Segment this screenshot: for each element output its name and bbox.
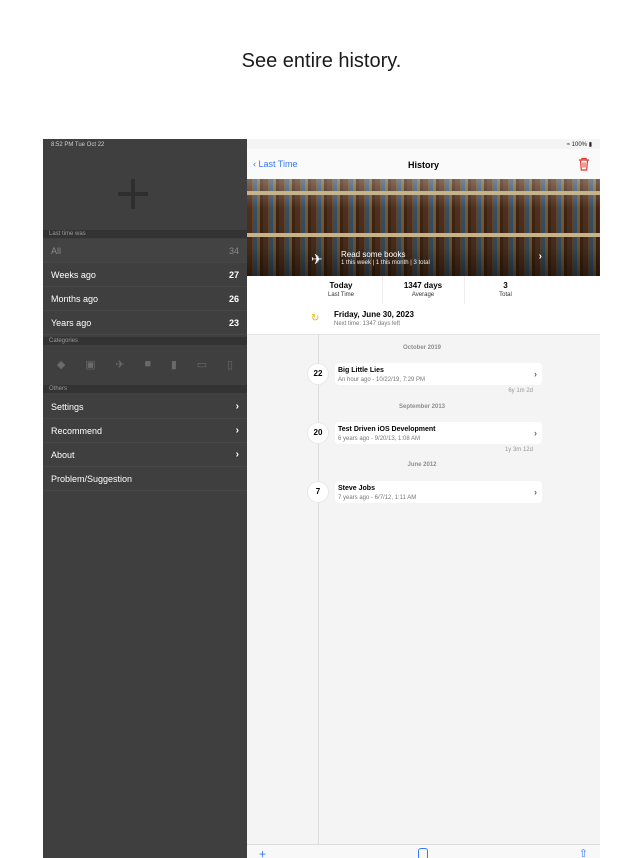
history-entry[interactable]: Big Little Lies An hour ago - 10/22/19, … [335,363,542,385]
filter-count: 27 [228,269,239,280]
stat-label: Total [499,292,512,298]
section-header-others: Others [43,385,247,393]
sidebar-item-label: Recommend [51,425,103,436]
chevron-right-icon: › [235,425,239,436]
status-time: 8:52 PM Tue Oct 22 [51,142,105,148]
next-countdown: Next time: 1347 days left [334,321,401,327]
day-badge: 22 [308,364,328,384]
interval-label: 6y 1m 2d [508,388,533,394]
sidebar-item-label: Problem/Suggestion [51,473,133,484]
navigation-bar: ‹ Last Time History [247,149,600,179]
filter-count: 34 [228,245,239,256]
stat-average: 1347 days Average [383,276,465,304]
battery-icon: ▮ [588,142,592,148]
history-entry[interactable]: Steve Jobs 7 years ago - 6/7/12, 1:11 AM… [335,481,542,503]
chevron-right-icon: › [534,487,537,497]
shelf-divider [247,233,600,237]
entry-title: Steve Jobs [338,485,375,492]
chevron-right-icon: › [538,251,542,262]
hero-title: Read some books [341,250,406,259]
chevron-right-icon: › [235,449,239,460]
interval-label: 1y 3m 12d [504,447,533,453]
airplane-icon[interactable]: ✈ [115,358,124,371]
section-header-categories: Categories [43,337,247,345]
category-icons: ◆ ▣ ✈ ■ ▮ ▭ ▯ [43,347,247,381]
cart-icon[interactable]: ▣ [85,358,95,371]
history-entry[interactable]: Test Driven iOS Development 6 years ago … [335,422,542,444]
entry-title: Test Driven iOS Development [338,426,436,433]
sidebar: 8:52 PM Tue Oct 22 Last time was All 34 … [43,139,247,858]
filter-months-ago[interactable]: Months ago 26 [43,287,247,311]
add-icon[interactable] [113,175,153,215]
stat-total: 3 Total [465,276,547,304]
wifi-icon: ≈ [566,142,570,148]
day-badge: 7 [308,482,328,502]
filter-weeks-ago[interactable]: Weeks ago 27 [43,263,247,287]
filter-label: Months ago [51,293,99,304]
month-header: June 2012 [407,462,437,468]
next-time-row[interactable]: ↻ Friday, June 30, 2023 Next time: 1347 … [247,304,600,335]
hero-subtitle: 1 this week | 1 this month | 3 total [341,260,430,266]
entry-subtitle: 7 years ago - 6/7/12, 1:11 AM [338,495,417,501]
chevron-right-icon: › [534,428,537,438]
section-header-last-time: Last time was [43,230,247,238]
page-title: History [407,160,439,170]
filter-label: Weeks ago [51,269,96,280]
entry-title: Big Little Lies [338,367,384,374]
tag-icon[interactable]: ◆ [57,358,65,371]
mug-icon[interactable]: ■ [144,358,151,370]
caption: See entire history. [241,50,402,72]
sidebar-item-problem-suggestion[interactable]: Problem/Suggestion [43,467,247,491]
edit-icon[interactable] [418,848,428,858]
chevron-right-icon: › [534,369,537,379]
stat-value: 1347 days [403,281,443,290]
month-header: September 2013 [398,404,446,410]
bin-icon[interactable]: ▮ [171,358,177,371]
status-battery: ≈ 100% ▮ [567,141,592,148]
history-panel: ≈ 100% ▮ ‹ Last Time History ✈ Read some… [247,139,600,858]
filter-label: All [51,245,62,256]
stat-value: 3 [503,281,508,290]
add-icon[interactable]: + [259,847,266,858]
filter-count: 23 [228,317,239,328]
phone-icon[interactable]: ▯ [227,358,233,371]
day-badge: 20 [308,423,328,443]
hero-banner[interactable]: ✈ Read some books 1 this week | 1 this m… [247,179,600,276]
sidebar-item-about[interactable]: About › [43,443,247,467]
chevron-right-icon: › [235,401,239,412]
entry-subtitle: An hour ago - 10/22/19, 7:29 PM [338,377,426,383]
battery-percent: 100% [571,142,588,148]
stat-last-time: Today Last Time [301,276,383,304]
bottom-toolbar: + ⇧ [247,844,600,858]
month-header: October 2019 [402,345,442,351]
filter-years-ago[interactable]: Years ago 23 [43,311,247,335]
stats-bar: Today Last Time 1347 days Average 3 Tota… [247,276,600,304]
trash-icon[interactable] [578,157,590,171]
filter-count: 26 [228,293,239,304]
timeline-line [318,334,319,844]
sidebar-item-settings[interactable]: Settings › [43,395,247,419]
filter-all[interactable]: All 34 [43,239,247,263]
airplane-icon: ✈ [311,251,323,267]
next-date: Friday, June 30, 2023 [334,310,414,319]
share-icon[interactable]: ⇧ [579,847,588,858]
filter-label: Years ago [51,317,92,328]
stat-label: Average [411,292,435,298]
shelf-divider [247,191,600,195]
book-icon[interactable]: ▭ [197,358,207,371]
sidebar-item-label: About [51,449,75,460]
sidebar-item-recommend[interactable]: Recommend › [43,419,247,443]
sidebar-item-label: Settings [51,401,84,412]
repeat-icon: ↻ [311,313,320,324]
stat-value: Today [329,281,353,290]
device-screen: 8:52 PM Tue Oct 22 Last time was All 34 … [43,139,600,858]
entry-subtitle: 6 years ago - 9/20/13, 1:08 AM [338,436,421,442]
stat-label: Last Time [327,292,354,298]
